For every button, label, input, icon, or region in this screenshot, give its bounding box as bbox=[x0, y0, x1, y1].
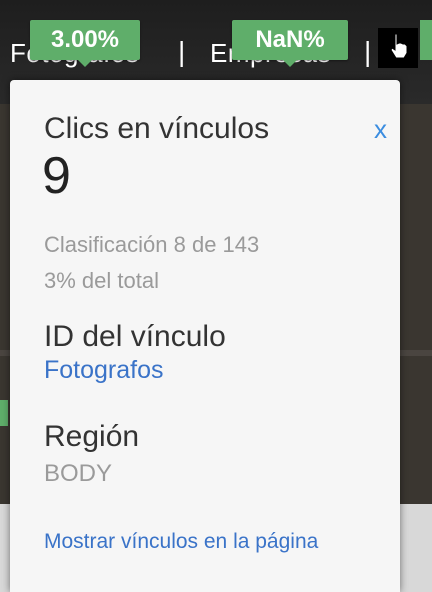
region-value: BODY bbox=[44, 460, 113, 487]
link-id-value[interactable]: Fotografos bbox=[44, 356, 164, 385]
popup-title: Clics en vínculos bbox=[44, 112, 270, 145]
click-percentage-badge[interactable]: 3.00% bbox=[30, 20, 140, 67]
nav-separator: | bbox=[364, 36, 372, 67]
mouse-cursor bbox=[378, 28, 418, 68]
close-button[interactable]: x bbox=[374, 114, 387, 144]
click-percentage-badge-edge bbox=[420, 20, 432, 60]
nav-separator: | bbox=[178, 36, 186, 67]
share-text: 3% del total bbox=[44, 268, 159, 293]
background-badge-edge bbox=[0, 400, 8, 426]
click-percentage-badge[interactable]: NaN% bbox=[232, 20, 348, 67]
click-count: 9 bbox=[42, 147, 71, 205]
rank-text: Clasificación 8 de 143 bbox=[44, 232, 260, 257]
region-label: Región bbox=[44, 420, 140, 453]
show-links-on-page-link[interactable]: Mostrar vínculos en la página bbox=[44, 530, 318, 554]
link-clicks-popup: Clics en vínculos x 9 Clasificación 8 de… bbox=[10, 80, 400, 592]
hand-pointer-icon bbox=[390, 33, 408, 59]
link-id-label: ID del vínculo bbox=[44, 320, 226, 353]
